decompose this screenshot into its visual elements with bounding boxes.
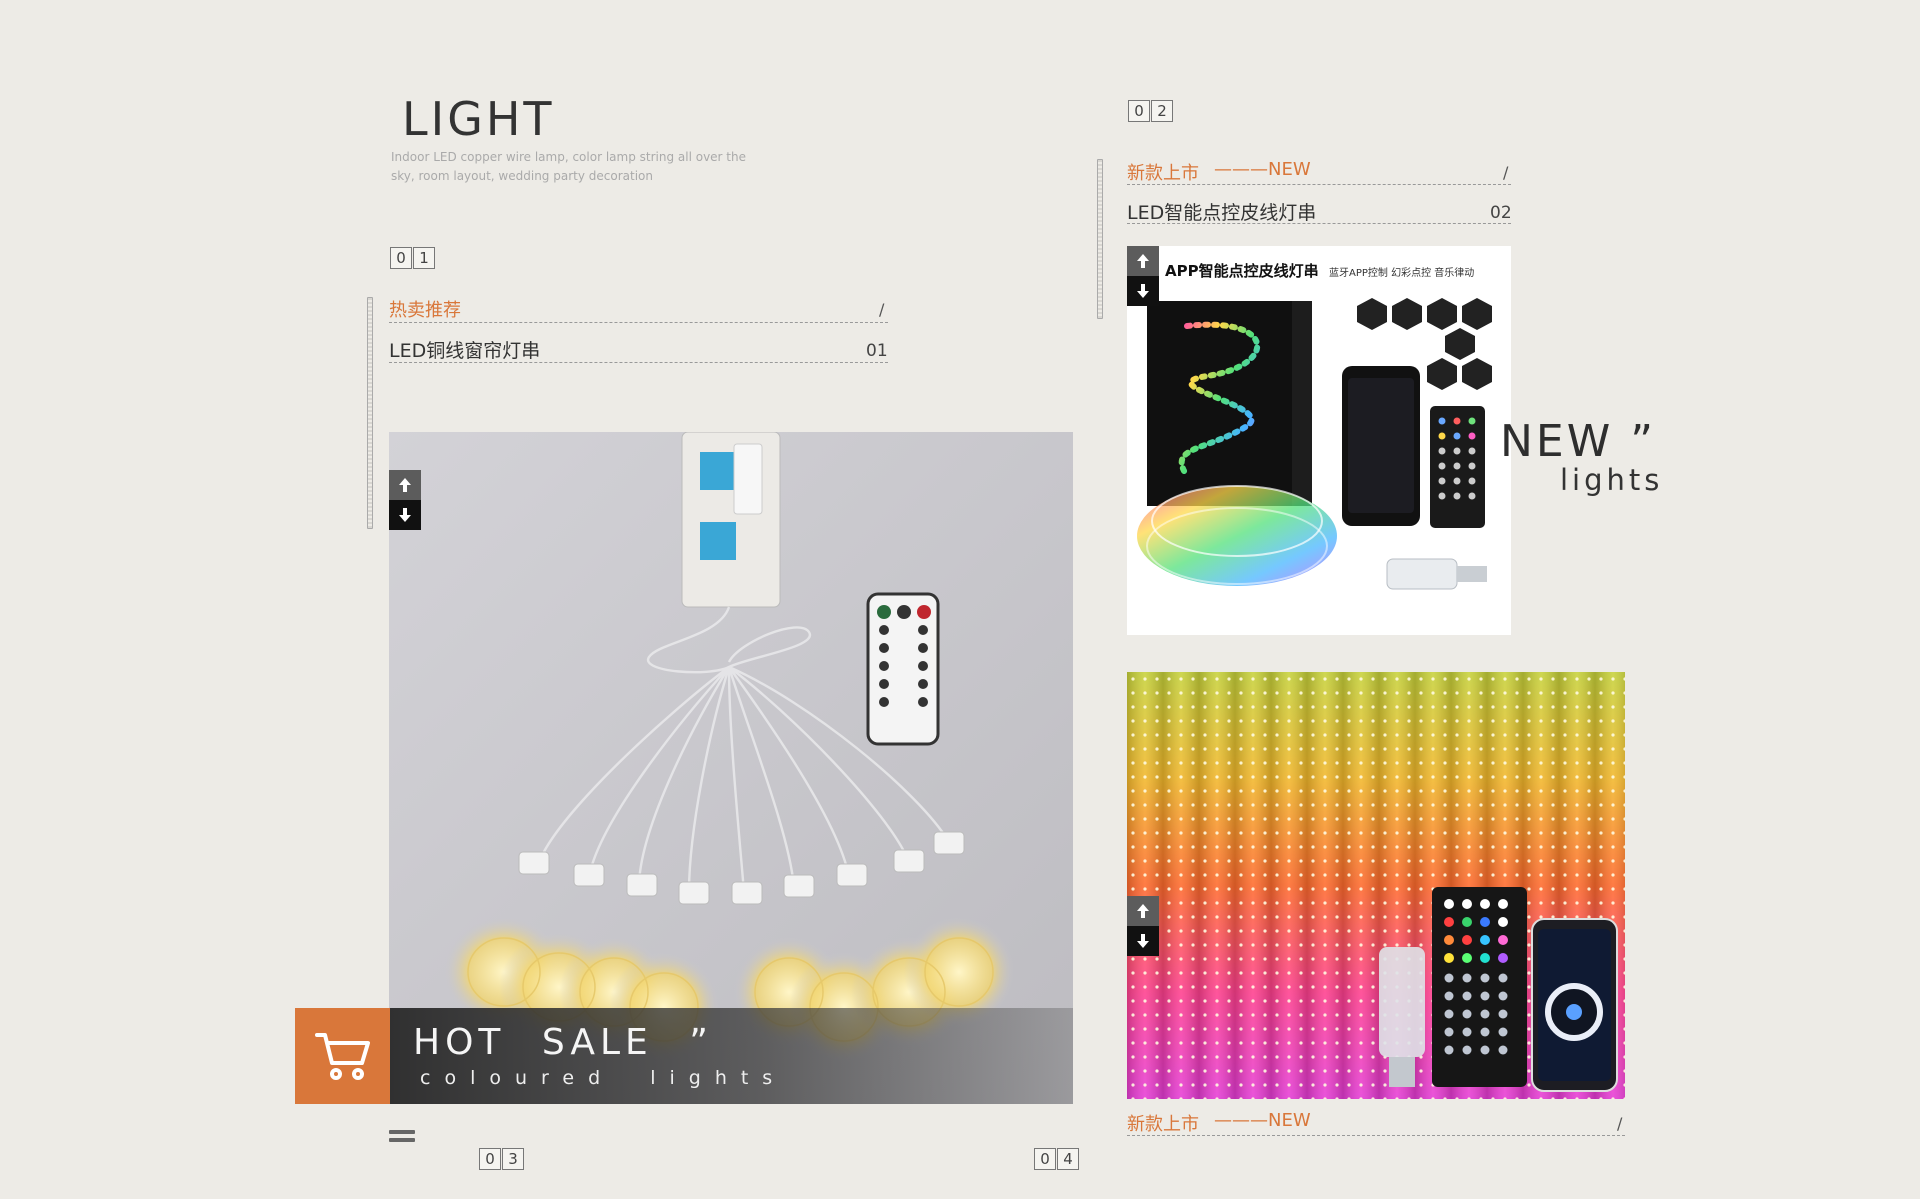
cart-button[interactable] bbox=[295, 1008, 390, 1104]
scroll-down-button[interactable] bbox=[1127, 276, 1159, 306]
arrow-down-icon bbox=[1137, 284, 1149, 298]
product-name[interactable]: LED智能点控皮线灯串 bbox=[1127, 198, 1316, 225]
product-photo-rgb-curtain[interactable] bbox=[1127, 672, 1625, 1099]
section-number-01: 0 1 bbox=[390, 247, 435, 269]
category-tag: ———NEW bbox=[1214, 159, 1311, 180]
arrow-down-icon bbox=[399, 508, 411, 522]
divider-slash: / bbox=[1503, 163, 1509, 182]
product-number: 02 bbox=[1490, 203, 1512, 223]
arrow-up-icon bbox=[399, 478, 411, 492]
product-photo-smart-string[interactable]: APP智能点控皮线灯串 蓝牙APP控制 幻彩点控 音乐律动 bbox=[1127, 246, 1511, 635]
dashed-divider bbox=[1127, 1135, 1625, 1136]
scroll-down-button[interactable] bbox=[1127, 926, 1159, 956]
page-title: LIGHT bbox=[402, 92, 555, 146]
product-number: 01 bbox=[866, 341, 888, 361]
scroll-up-button[interactable] bbox=[1127, 246, 1159, 276]
digit: 0 bbox=[1128, 100, 1150, 122]
scroll-down-button[interactable] bbox=[389, 500, 421, 530]
scroll-up-button[interactable] bbox=[1127, 896, 1159, 926]
arrow-up-icon bbox=[1137, 254, 1149, 268]
page-subtitle: Indoor LED copper wire lamp, color lamp … bbox=[391, 150, 746, 183]
digit: 0 bbox=[390, 247, 412, 269]
digit: 0 bbox=[1034, 1148, 1056, 1170]
divider-slash: / bbox=[1617, 1114, 1623, 1133]
section-category: 热卖推荐 bbox=[389, 300, 461, 321]
image-caption-subtitle: 蓝牙APP控制 幻彩点控 音乐律动 bbox=[1329, 268, 1475, 279]
product-photo-copper-curtain[interactable] bbox=[389, 432, 1073, 1104]
hot-sale-title: HOT SALE ” bbox=[413, 1022, 713, 1063]
category-tag: ———NEW bbox=[1214, 1110, 1311, 1131]
divider-slash: / bbox=[879, 300, 885, 319]
section-category: 新款上市 bbox=[1127, 1114, 1199, 1135]
digit: 0 bbox=[479, 1148, 501, 1170]
arrow-up-icon bbox=[1137, 904, 1149, 918]
new-title: NEW ” bbox=[1500, 416, 1657, 467]
dashed-divider bbox=[1127, 184, 1511, 185]
section-number-04: 0 4 bbox=[1034, 1148, 1079, 1170]
shopping-cart-icon bbox=[314, 1033, 370, 1080]
scroll-up-button[interactable] bbox=[389, 470, 421, 500]
section-number-02: 0 2 bbox=[1128, 100, 1173, 122]
digit: 3 bbox=[502, 1148, 524, 1170]
vertical-decor-bar bbox=[1097, 159, 1103, 319]
arrow-down-icon bbox=[1137, 934, 1149, 948]
section-category: 新款上市 bbox=[1127, 163, 1199, 184]
menu-icon[interactable] bbox=[389, 1130, 415, 1144]
dashed-divider bbox=[389, 322, 888, 323]
dashed-divider bbox=[389, 362, 888, 363]
product-name[interactable]: LED铜线窗帘灯串 bbox=[389, 336, 540, 363]
dashed-divider bbox=[1127, 223, 1511, 224]
digit: 1 bbox=[413, 247, 435, 269]
image-caption-title: APP智能点控皮线灯串 bbox=[1165, 262, 1319, 280]
digit: 2 bbox=[1151, 100, 1173, 122]
section-number-03: 0 3 bbox=[479, 1148, 524, 1170]
new-subtitle: lights bbox=[1560, 463, 1664, 497]
vertical-decor-bar bbox=[367, 297, 373, 529]
hot-sale-subtitle: coloured lights bbox=[420, 1067, 787, 1089]
digit: 4 bbox=[1057, 1148, 1079, 1170]
